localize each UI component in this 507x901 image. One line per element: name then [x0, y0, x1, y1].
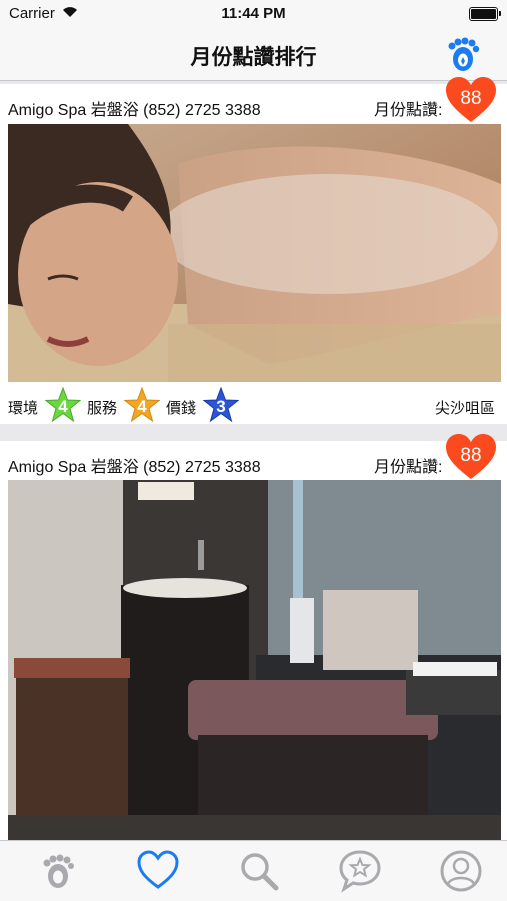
- district-label: 尖沙咀區: [434, 400, 495, 417]
- rating-label-environment: 環境: [8, 400, 39, 417]
- likes-count: 88: [460, 445, 482, 466]
- rating-value-service: 4: [137, 397, 147, 416]
- shop-name[interactable]: Amigo Spa 岩盤浴 (852) 2725 3388: [8, 96, 261, 120]
- shop-card[interactable]: Amigo Spa 岩盤浴 (852) 2725 3388 月份點讚: 88: [0, 434, 507, 840]
- heart-icon: [137, 850, 179, 889]
- monthly-likes-label: 月份點讚:: [374, 459, 443, 476]
- rating-label-service: 服務: [87, 400, 118, 417]
- tab-favorites[interactable]: [136, 849, 180, 893]
- star-chat-icon: [339, 850, 381, 893]
- tab-bar: [0, 840, 507, 901]
- nav-bar: 月份點讚排行: [0, 28, 507, 81]
- page-title: 月份點讚排行: [190, 46, 317, 69]
- search-icon: [241, 853, 279, 891]
- shop-photo[interactable]: [8, 124, 501, 382]
- rating-row: 環境 4 服務 4 價錢 3 尖沙咀區: [0, 384, 507, 424]
- shop-name[interactable]: Amigo Spa 岩盤浴 (852) 2725 3388: [8, 453, 261, 477]
- tab-reviews[interactable]: [338, 849, 382, 893]
- card-header: Amigo Spa 岩盤浴 (852) 2725 3388 月份點讚: 88: [0, 434, 507, 483]
- likes-heart-badge: 88: [444, 433, 498, 481]
- battery-icon: [469, 7, 501, 21]
- rating-value-price: 3: [216, 397, 226, 416]
- photo-spa-room: [8, 480, 501, 840]
- rating-star-service: 4: [123, 386, 161, 423]
- rating-star-environment: 4: [44, 386, 82, 423]
- rating-star-price: 3: [202, 386, 240, 423]
- rating-value-environment: 4: [58, 397, 68, 416]
- rating-label-price: 價錢: [166, 400, 197, 417]
- tab-profile[interactable]: [439, 849, 483, 893]
- photo-salt-scrub-massage: [8, 124, 501, 382]
- likes-heart-badge: 88: [444, 76, 498, 124]
- footprints-icon[interactable]: [443, 34, 483, 74]
- shop-card[interactable]: Amigo Spa 岩盤浴 (852) 2725 3388 月份點讚: 88: [0, 77, 507, 424]
- profile-icon: [440, 850, 482, 892]
- likes-count: 88: [460, 88, 482, 109]
- card-header: Amigo Spa 岩盤浴 (852) 2725 3388 月份點讚: 88: [0, 77, 507, 126]
- clock: 11:44 PM: [221, 5, 286, 22]
- status-bar: Carrier 11:44 PM: [0, 0, 507, 28]
- monthly-likes-label: 月份點讚:: [374, 102, 443, 119]
- tab-footprints[interactable]: [36, 849, 80, 893]
- tab-search[interactable]: [237, 849, 281, 893]
- shop-photo[interactable]: [8, 480, 501, 840]
